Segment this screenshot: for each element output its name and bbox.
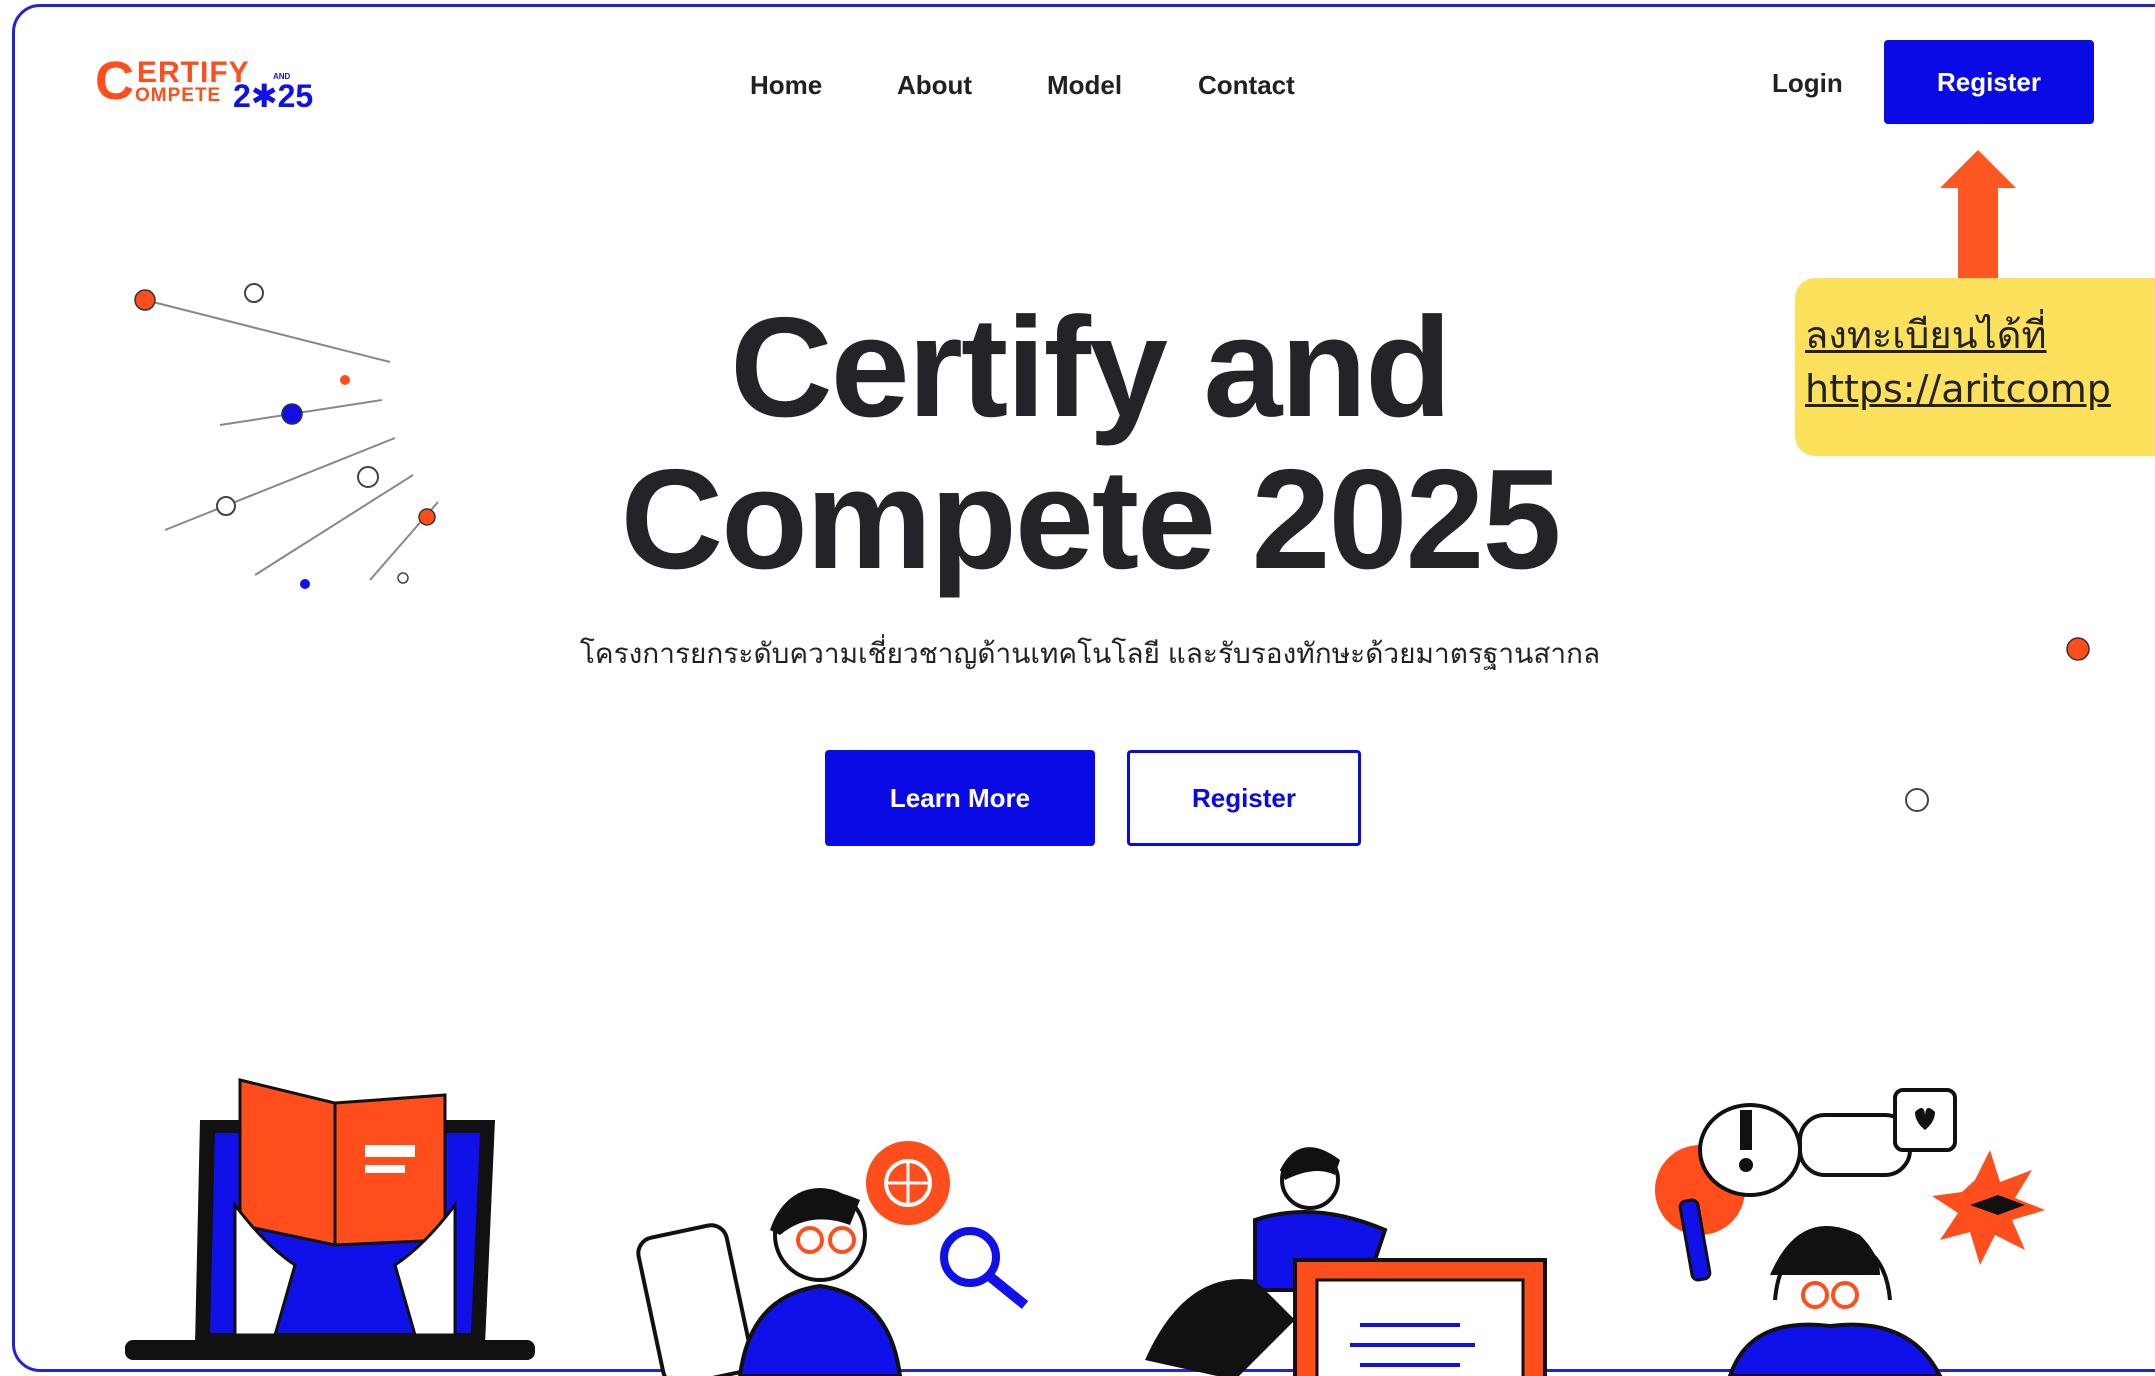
logo-compete: OMPETE <box>135 85 222 106</box>
logo[interactable]: C ERTIFY OMPETE AND 2✱25 <box>95 51 325 116</box>
learn-more-button[interactable]: Learn More <box>825 750 1095 846</box>
nav-model[interactable]: Model <box>1047 70 1122 101</box>
researcher-illustration <box>636 1141 1029 1376</box>
nav-home[interactable]: Home <box>750 70 822 101</box>
login-link[interactable]: Login <box>1772 68 1843 99</box>
celebration-illustration <box>1655 1088 2045 1376</box>
logo-year: 2✱25 <box>233 78 314 114</box>
orange-dot-icon <box>2066 637 2090 661</box>
hollow-dot-icon <box>1905 788 1929 812</box>
registration-callout: ลงทะเบียนได้ที่ https://aritcomp <box>1795 278 2155 456</box>
callout-line1: ลงทะเบียนได้ที่ <box>1805 313 2047 357</box>
laptop-book-illustration <box>125 1078 535 1360</box>
hero-title: Certify and Compete 2025 <box>560 292 1620 596</box>
register-button-hero[interactable]: Register <box>1127 750 1361 846</box>
hero-title-line2: Compete 2025 <box>620 440 1562 599</box>
callout-link[interactable]: https://aritcomp <box>1805 362 2155 416</box>
nav-about[interactable]: About <box>897 70 972 101</box>
arrow-up-icon <box>1940 150 2016 282</box>
decorative-lines-icon <box>134 283 439 589</box>
hero-subtitle: โครงการยกระดับความเชี่ยวชาญด้านเทคโนโลยี… <box>579 638 1601 669</box>
logo-c: C <box>95 51 134 111</box>
certificate-illustration <box>1145 1147 1547 1376</box>
hero-title-line1: Certify and <box>730 288 1452 447</box>
nav-contact[interactable]: Contact <box>1198 70 1295 101</box>
register-button-header[interactable]: Register <box>1884 40 2094 124</box>
